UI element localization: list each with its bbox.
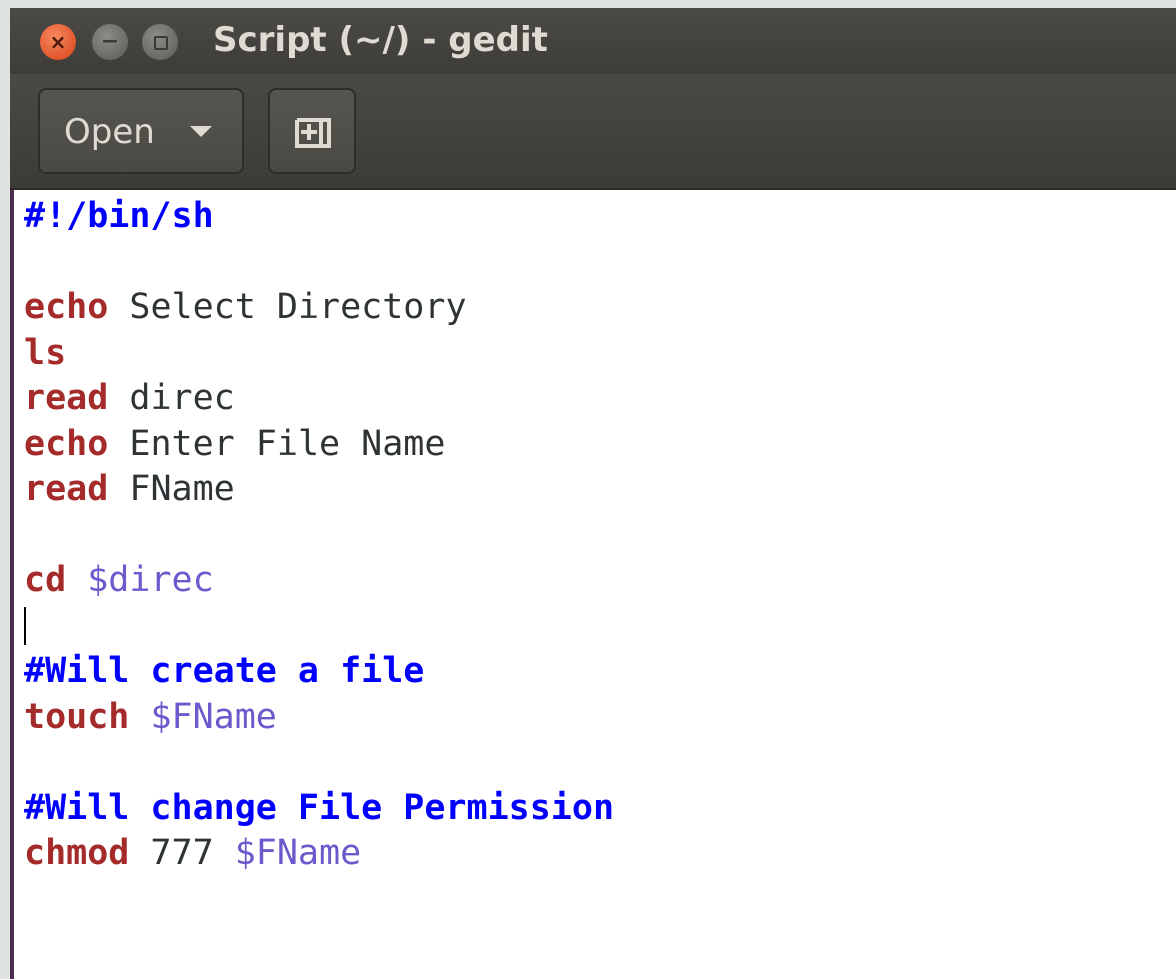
title-bar[interactable]: × − Script (~/) - gedit [10,8,1176,74]
new-document-button[interactable] [268,88,356,174]
open-button-label: Open [64,112,155,152]
code-line[interactable]: echo Select Directory [24,285,614,331]
code-line[interactable]: touch $FName [24,695,614,741]
code-text: Enter File Name [108,423,446,464]
maximize-icon [154,36,168,50]
code-text: FName [108,469,235,509]
close-button[interactable]: × [40,24,76,60]
code-variable: $FName [150,696,277,737]
code-line[interactable]: #Will change File Permission [24,786,614,832]
code-text: direc [108,378,235,418]
code-line[interactable]: read direc [24,376,614,422]
code-line[interactable]: cd $direc [24,558,614,604]
code-line[interactable] [24,604,614,650]
code-comment: #Will change File Permission [24,787,615,828]
code-line[interactable] [24,513,614,559]
gedit-window: × − Script (~/) - gedit Open #!/bin/sh ec… [10,8,1176,979]
minimize-button[interactable]: − [92,24,128,60]
code-keyword: read [24,469,109,509]
code-line[interactable] [24,740,614,786]
window-title: Script (~/) - gedit [213,20,548,60]
code-line[interactable] [24,240,614,286]
close-icon: × [49,30,67,54]
code-keyword: echo [24,423,109,464]
code-keyword: touch [24,696,130,737]
code-line[interactable]: echo Enter File Name [24,422,614,468]
code-line[interactable]: #!/bin/sh [24,194,614,240]
new-document-plus-icon [295,118,331,148]
code-keyword: cd [24,560,67,600]
text-cursor [24,606,26,645]
minimize-icon: − [100,29,120,54]
code-text: Select Directory [108,287,467,327]
code-comment: #!/bin/sh [24,196,214,236]
code-text: 777 [129,833,235,873]
code-variable: $FName [234,833,362,873]
open-button[interactable]: Open [38,88,244,174]
code-comment: #Will create a file [24,651,425,691]
text-editor-area[interactable]: #!/bin/sh echo Select Directory ls read dir… [10,190,1176,979]
header-toolbar: Open [10,74,1176,190]
code-line[interactable]: ls [24,331,614,377]
code-keyword: ls [24,332,67,373]
caret-down-icon [190,126,212,137]
maximize-button[interactable] [142,24,178,60]
code-keyword: read [24,378,109,418]
code-variable: $direc [87,560,214,600]
code-line[interactable]: read FName [24,467,614,513]
code-line[interactable]: chmod 777 $FName [24,831,614,877]
code-keyword: chmod [24,833,130,873]
code-line[interactable]: #Will create a file [24,649,614,695]
code-keyword: echo [24,287,109,327]
code-lines: #!/bin/sh echo Select Directory ls read dir… [24,194,614,877]
